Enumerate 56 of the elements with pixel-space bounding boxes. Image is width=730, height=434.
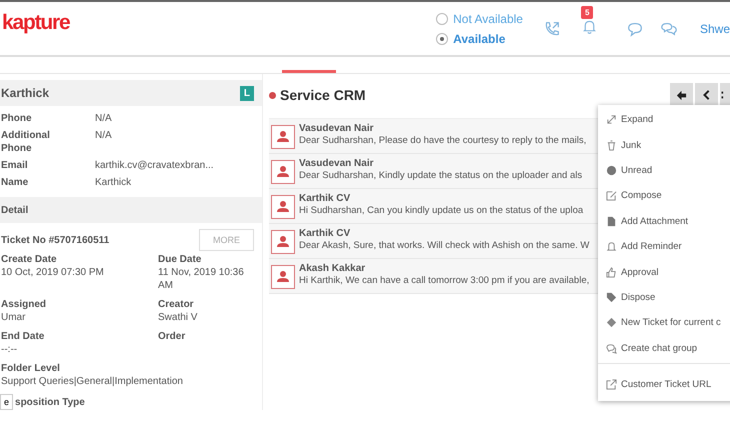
message-preview: Dear Sudharshan, Kindly update the status on the uploader and als [299, 170, 582, 182]
menu-item[interactable]: Junk [598, 132, 730, 158]
message-preview: Hi Karthik, We can have a call tomorrow 3:00 pm if you are available, [299, 275, 590, 287]
sender-name: Vasudevan Nair [299, 123, 374, 135]
message-preview: Hi Sudharshan, Can you kindly update us on the status of the uploa [299, 205, 584, 217]
field-value: 10 Oct, 2019 07:30 PM [1, 266, 105, 279]
field-value: Swathi V [158, 311, 198, 324]
message-preview: Dear Sudharshan, Please do have the courtesy to reply to the mails, [299, 135, 586, 147]
field-value: Karthick [95, 176, 132, 189]
menu-item[interactable]: Add Reminder [598, 234, 730, 260]
field-label: Order [158, 330, 186, 343]
field-value: N/A [95, 112, 112, 125]
menu-item[interactable]: Expand [598, 107, 730, 132]
sender-name: Vasudevan Nair [299, 158, 374, 170]
side-button[interactable]: e [0, 394, 14, 410]
message-row[interactable]: Vasudevan Nair Dear Sudharshan, Please do have the courtesy to reply to the mails, [269, 119, 599, 154]
field-label: Additional Phone [1, 129, 51, 155]
logo: kapture [2, 10, 70, 34]
message-preview: Dear Akash, Sure, that works. Will check with Ashish on the same. W [299, 240, 590, 252]
message-row[interactable]: Vasudevan Nair Dear Sudharshan, Kindly update the status on the uploader and als [269, 154, 599, 189]
field-value: karthik.cv@cravatexbran... [95, 159, 214, 172]
ticket-number: Ticket No #5707160511 [1, 234, 110, 246]
field-label: Assigned [1, 298, 48, 311]
notification-badge: 5 [580, 6, 594, 18]
field-value: Umar [1, 311, 26, 324]
field-label: sposition Type [15, 396, 85, 408]
field-value: N/A [95, 129, 112, 143]
message-row[interactable]: Karthik CV Dear Akash, Sure, that works. Will check with Ashish on the same. W [269, 224, 599, 259]
field-label: Phone [1, 112, 33, 125]
sender-name: Karthik CV [299, 193, 352, 205]
field-label: Creator [158, 298, 195, 311]
menu-item[interactable]: Create chat group [598, 336, 730, 361]
field-label: Name [1, 176, 30, 189]
message-row[interactable]: Karthik CV Hi Sudharshan, Can you kindly update us on the status of the uploa [269, 189, 599, 224]
field-label: Email [1, 159, 29, 172]
menu-item[interactable]: Compose [598, 183, 730, 209]
field-value: 11 Nov, 2019 10:36 AM [158, 266, 245, 292]
conversation-title: Service CRM [280, 87, 366, 103]
menu-item[interactable]: Unread [598, 158, 730, 184]
field-label: End Date [1, 330, 46, 343]
menu-item[interactable]: Approval [598, 259, 730, 285]
menu-item[interactable]: Dispose [598, 284, 730, 310]
field-label: Due Date [158, 253, 202, 266]
menu-item[interactable]: Customer Ticket URL [598, 372, 730, 398]
section-title: Detail [1, 204, 28, 216]
sender-name: Akash Kakkar [299, 263, 366, 275]
field-label: Create Date [1, 253, 58, 266]
field-value: Support Queries|General|Implementation [1, 375, 184, 388]
field-value: --:-- [1, 343, 18, 356]
menu-item[interactable]: New Ticket for current c [598, 310, 730, 336]
field-label: Folder Level [1, 362, 61, 375]
menu-item[interactable]: Add Attachment [598, 208, 730, 234]
contact-name: Karthick [1, 86, 50, 100]
contact-badge: L [240, 86, 254, 100]
message-row[interactable]: Akash Kakkar Hi Karthik, We can have a call tomorrow 3:00 pm if you are available, [269, 259, 599, 294]
sender-name: Karthik CV [299, 228, 352, 240]
